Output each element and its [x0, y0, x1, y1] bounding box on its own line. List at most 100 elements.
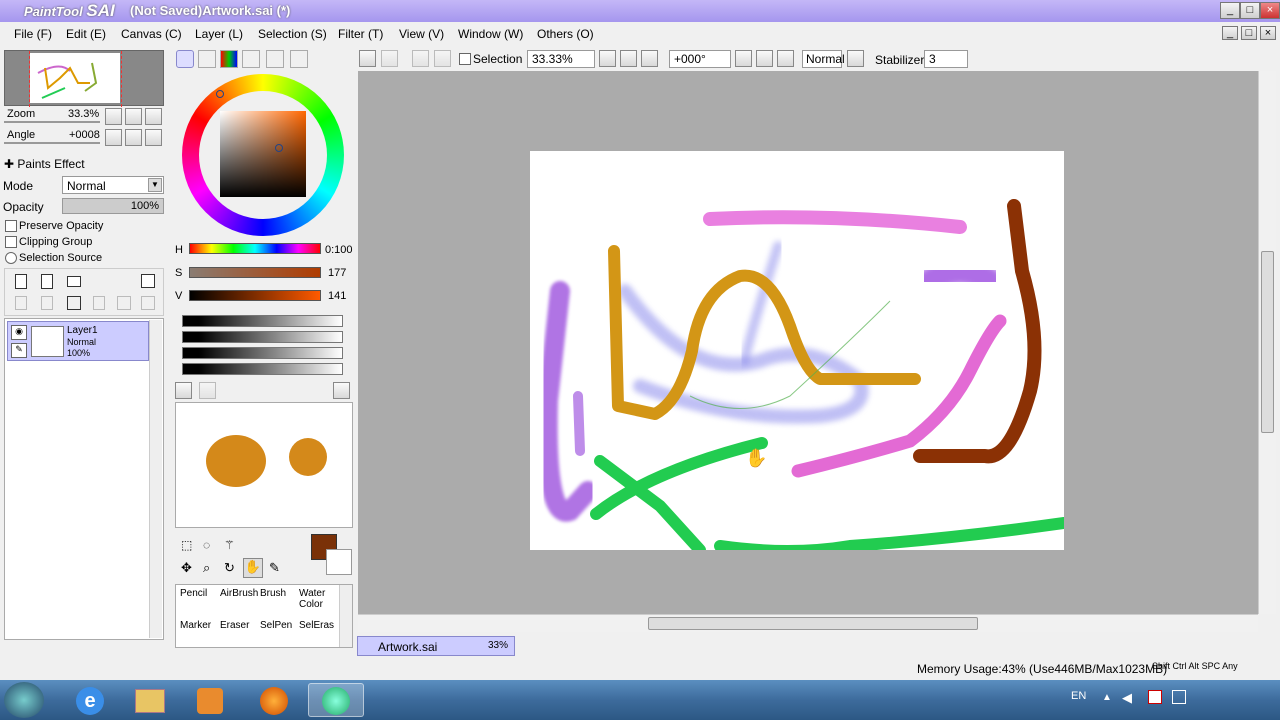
rotate-right-button[interactable] [125, 129, 142, 146]
tool-brush[interactable]: Brush [260, 588, 286, 599]
toolbar-zoom-in-button[interactable] [620, 50, 637, 67]
doc-close-button[interactable]: × [1260, 26, 1276, 40]
tool-palette-scrollbar[interactable] [339, 585, 352, 647]
scratchpad-undo-button[interactable] [175, 382, 192, 399]
zoom-in-button[interactable] [125, 108, 142, 125]
view-mode-select[interactable]: Normal [802, 50, 845, 68]
rotate-left-button[interactable] [105, 129, 122, 146]
tool-seleras[interactable]: SelEras [299, 620, 334, 631]
taskbar-explorer-icon[interactable] [122, 683, 178, 717]
background-color-swatch[interactable] [326, 549, 352, 575]
scratchpad-tab-icon[interactable] [290, 50, 308, 68]
taskbar-media-player-icon[interactable] [182, 683, 238, 717]
layer-row[interactable]: ◉ ✎ Layer1 Normal 100% [7, 321, 149, 361]
rgb-slider-tab-icon[interactable] [198, 50, 216, 68]
zoom-slider[interactable] [4, 121, 100, 123]
layer-list-scrollbar[interactable] [149, 320, 162, 638]
new-folder-icon[interactable] [67, 276, 81, 287]
preserve-opacity-checkbox[interactable] [5, 220, 17, 232]
toolbar-rotate-left-button[interactable] [735, 50, 752, 67]
redo-button[interactable] [381, 50, 398, 67]
rotate-tool-icon[interactable]: ↻ [224, 560, 235, 576]
opacity-slider[interactable]: 100% [62, 198, 164, 214]
network-icon[interactable] [1172, 690, 1186, 704]
selection-source-radio[interactable] [5, 252, 17, 264]
swatches-tab-icon[interactable] [266, 50, 284, 68]
horizontal-scrollbar[interactable] [358, 614, 1258, 632]
selection-checkbox[interactable] [459, 53, 471, 65]
eye-icon[interactable]: ◉ [11, 325, 27, 340]
volume-icon[interactable]: ◀ [1122, 690, 1132, 706]
paints-effect-header[interactable]: ✚ Paints Effect [4, 157, 85, 171]
color-mixer-tab-icon[interactable] [242, 50, 260, 68]
taskbar-ie-icon[interactable]: e [62, 683, 118, 717]
clear-layer-icon[interactable] [67, 296, 81, 310]
tool-selpen[interactable]: SelPen [260, 620, 292, 631]
clipping-group-checkbox[interactable] [5, 236, 17, 248]
angle-select[interactable]: +000° [669, 50, 731, 68]
zoom-tool-icon[interactable]: ⌕ [203, 560, 210, 576]
minimize-button[interactable]: _ [1220, 2, 1240, 19]
menu-view[interactable]: View (V) [399, 27, 444, 41]
brush-lock-icon[interactable]: ✎ [11, 343, 27, 358]
zoom-out-button[interactable] [105, 108, 122, 125]
value-slider[interactable] [189, 290, 321, 301]
language-indicator[interactable]: EN [1071, 690, 1086, 702]
doc-restore-button[interactable]: □ [1241, 26, 1257, 40]
menu-edit[interactable]: Edit (E) [66, 27, 106, 41]
undo-button[interactable] [359, 50, 376, 67]
saturation-value-square[interactable] [220, 111, 306, 197]
eyedropper-icon[interactable]: ✎ [269, 560, 280, 576]
menu-file[interactable]: File (F) [14, 27, 52, 41]
drawing-canvas[interactable] [530, 151, 1064, 550]
hue-slider[interactable] [189, 243, 321, 254]
tool-watercolor[interactable]: Water Color [299, 588, 333, 610]
scratchpad-redo-button[interactable] [199, 382, 216, 399]
hsv-slider-tab-icon[interactable] [220, 50, 238, 68]
delete-layer-icon[interactable] [93, 296, 105, 310]
menu-window[interactable]: Window (W) [458, 27, 523, 41]
menu-layer[interactable]: Layer (L) [195, 27, 243, 41]
magic-wand-icon[interactable]: ⚚ [224, 538, 235, 552]
horizontal-scroll-thumb[interactable] [648, 617, 978, 630]
doc-minimize-button[interactable]: _ [1222, 26, 1238, 40]
scratchpad[interactable] [175, 402, 353, 528]
start-button[interactable] [4, 682, 44, 718]
transfer-down-icon[interactable] [15, 296, 27, 310]
scratchpad-clear-button[interactable] [333, 382, 350, 399]
rect-select-icon[interactable]: ⬚ [181, 538, 192, 552]
new-layer-icon[interactable] [15, 274, 27, 289]
mode-select[interactable]: Normal ▼ [62, 176, 164, 194]
tray-expand-icon[interactable]: ▲ [1102, 692, 1112, 703]
toolbar-rotate-reset-button[interactable] [777, 50, 794, 67]
rotate-reset-button[interactable] [145, 129, 162, 146]
hand-tool-icon[interactable]: ✋ [243, 558, 263, 578]
saturation-slider[interactable] [189, 267, 321, 278]
angle-slider[interactable] [4, 142, 100, 144]
tool-airbrush[interactable]: AirBrush [220, 588, 258, 599]
move-icon[interactable]: ✥ [181, 560, 192, 576]
new-linework-layer-icon[interactable] [41, 274, 53, 289]
zoom-reset-button[interactable] [145, 108, 162, 125]
layer-mask-icon[interactable] [141, 274, 155, 288]
vertical-scroll-thumb[interactable] [1261, 251, 1274, 433]
stabilizer-select[interactable]: 3 [924, 50, 968, 68]
flip-button[interactable] [847, 50, 864, 67]
hue-cursor[interactable] [216, 90, 224, 98]
deselect-button[interactable] [412, 50, 429, 67]
tool-eraser[interactable]: Eraser [220, 620, 249, 631]
document-tab[interactable]: Artwork.sai 33% [357, 636, 515, 656]
tool-pencil[interactable]: Pencil [180, 588, 207, 599]
tool-marker[interactable]: Marker [180, 620, 211, 631]
taskbar-firefox-icon[interactable] [246, 683, 302, 717]
menu-filter[interactable]: Filter (T) [338, 27, 383, 41]
vertical-scrollbar[interactable] [1258, 71, 1276, 614]
color-wheel-tab-icon[interactable] [176, 50, 194, 68]
menu-selection[interactable]: Selection (S) [258, 27, 327, 41]
merge-down-icon[interactable] [41, 296, 53, 310]
gradient-swatch-bars[interactable] [182, 315, 343, 375]
flatten-icon[interactable] [141, 296, 155, 310]
lasso-icon[interactable]: ◌ [203, 538, 210, 552]
menu-canvas[interactable]: Canvas (C) [121, 27, 182, 41]
merge-visible-icon[interactable] [117, 296, 131, 310]
